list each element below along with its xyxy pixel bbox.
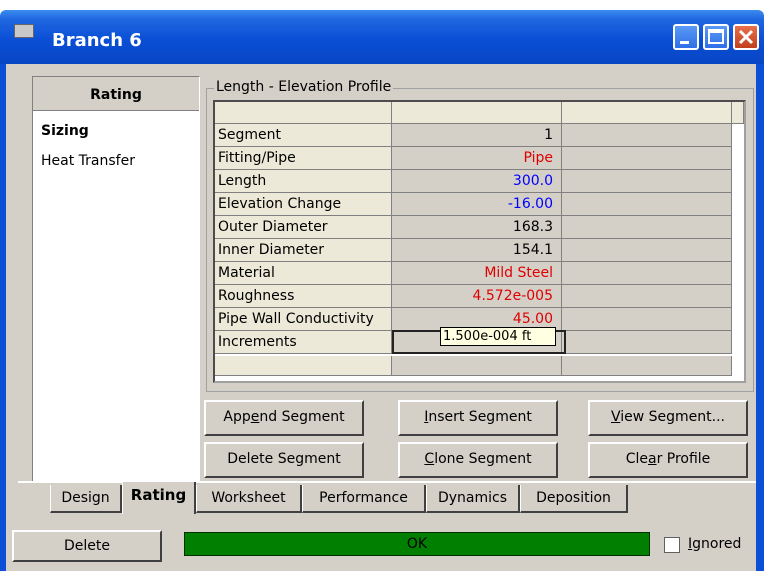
grid-corner-header [215, 102, 392, 124]
grid-row-label: Material [215, 262, 392, 285]
grid-row-empty-cell[interactable] [562, 124, 732, 147]
minimize-icon [680, 41, 689, 44]
grid-row-empty-cell[interactable] [562, 239, 732, 262]
grid-column-header-1[interactable] [392, 102, 562, 124]
grid-row-label: Outer Diameter [215, 216, 392, 239]
tab-worksheet[interactable]: Worksheet [196, 485, 302, 513]
minimize-button[interactable] [673, 24, 699, 50]
grid-column-header-2[interactable] [562, 102, 732, 124]
tab-design[interactable]: Design [50, 485, 122, 513]
sidebar-header: Rating [33, 77, 199, 111]
view-segment-hotkey: V [610, 409, 621, 425]
ignored-label-rest: gnored [692, 536, 742, 552]
append-segment-label: App [223, 409, 251, 425]
clone-segment-hotkey: C [424, 451, 435, 467]
grid-row-empty-cell[interactable] [562, 262, 732, 285]
sidebar: Rating Sizing Heat Transfer [32, 76, 200, 482]
delete-button[interactable]: Delete [12, 530, 162, 562]
grid-row-empty-cell[interactable] [562, 147, 732, 170]
grid-row-value[interactable]: Pipe [392, 147, 562, 170]
close-icon [738, 29, 754, 45]
grid-row-value[interactable]: 300.0 [392, 170, 562, 193]
maximize-button[interactable] [703, 24, 729, 50]
sidebar-item-sizing[interactable]: Sizing [41, 123, 89, 139]
grid-row-label: Roughness [215, 285, 392, 308]
grid-row-empty-cell[interactable] [562, 216, 732, 239]
maximize-icon [708, 29, 724, 44]
grid-column-header-3 [732, 102, 744, 124]
tab-deposition[interactable]: Deposition [520, 485, 628, 513]
grid-empty-cell[interactable] [562, 356, 732, 376]
grid-row-value[interactable]: 168.3 [392, 216, 562, 239]
grid-row-label: Pipe Wall Conductivity [215, 308, 392, 331]
grid-row-label: Elevation Change [215, 193, 392, 216]
ignored-checkbox[interactable] [664, 537, 680, 553]
grid-row-empty-cell[interactable] [562, 308, 732, 331]
grid-row-label: Fitting/Pipe [215, 147, 392, 170]
sidebar-item-heat-transfer[interactable]: Heat Transfer [41, 153, 135, 169]
clear-profile-label: Cle [625, 451, 648, 467]
grid-row-value[interactable]: -16.00 [392, 193, 562, 216]
cell-tooltip: 1.500e-004 ft [440, 327, 556, 346]
grid-row-label: Increments [215, 331, 392, 354]
window-frame-left [0, 64, 6, 571]
grid-row-empty-cell[interactable] [562, 331, 732, 354]
status-bar: OK [184, 532, 650, 556]
window-frame-right [756, 64, 764, 571]
grid-row-empty-cell[interactable] [562, 170, 732, 193]
insert-segment-label-rest: nsert Segment [428, 409, 532, 425]
insert-segment-button[interactable]: Insert Segment [398, 400, 558, 436]
grid-row-value[interactable]: Mild Steel [392, 262, 562, 285]
view-segment-button[interactable]: View Segment... [588, 400, 748, 436]
grid-row-empty-cell[interactable] [562, 193, 732, 216]
profile-group-label: Length - Elevation Profile [214, 79, 394, 95]
tab-dynamics[interactable]: Dynamics [426, 485, 520, 513]
tab-performance[interactable]: Performance [302, 485, 426, 513]
clear-profile-label-rest: r Profile [656, 451, 711, 467]
delete-segment-button[interactable]: Delete Segment [204, 442, 364, 478]
grid-empty-label-cell [215, 356, 392, 376]
grid-row-value[interactable]: 154.1 [392, 239, 562, 262]
grid-empty-cell[interactable] [392, 356, 562, 376]
tab-rating[interactable]: Rating [122, 482, 196, 514]
append-segment-label-rest: nd Segment [259, 409, 345, 425]
grid-row-value[interactable]: 4.572e-005 [392, 285, 562, 308]
window-title: Branch 6 [52, 30, 142, 51]
close-button[interactable] [733, 24, 759, 50]
append-segment-button[interactable]: Append Segment [204, 400, 364, 436]
clone-segment-label-rest: lone Segment [434, 451, 532, 467]
grid-row-label: Inner Diameter [215, 239, 392, 262]
grid-row-label: Segment [215, 124, 392, 147]
app-icon[interactable] [14, 24, 34, 38]
clone-segment-button[interactable]: Clone Segment [398, 442, 558, 478]
grid-row-label: Length [215, 170, 392, 193]
grid-row-empty-cell[interactable] [562, 285, 732, 308]
clear-profile-hotkey: a [647, 451, 657, 467]
view-segment-label-rest: iew Segment... [620, 409, 726, 425]
ignored-label[interactable]: Ignored [688, 536, 741, 552]
clear-profile-button[interactable]: Clear Profile [588, 442, 748, 478]
grid-row-value[interactable]: 1 [392, 124, 562, 147]
